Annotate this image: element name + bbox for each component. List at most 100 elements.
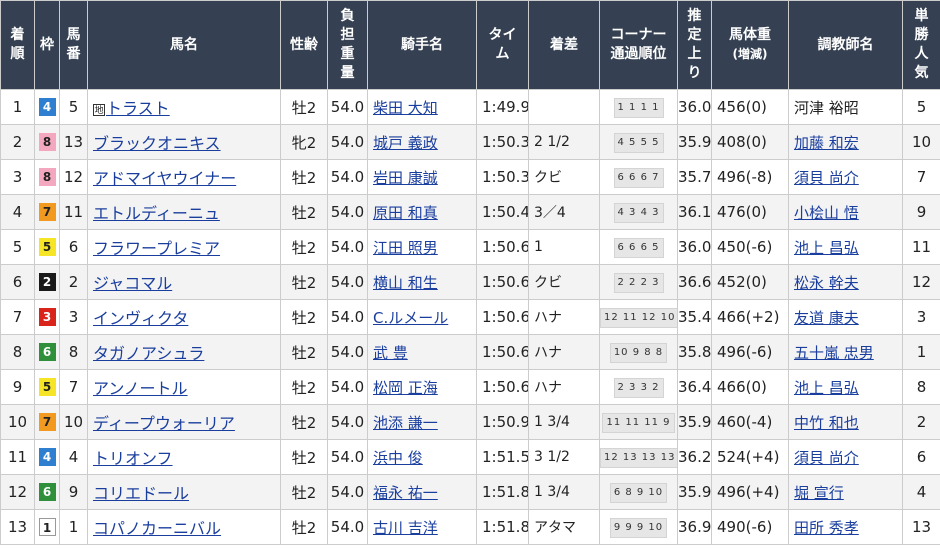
trainer-link[interactable]: 堀 宣行: [794, 484, 844, 502]
jockey-link[interactable]: 横山 和生: [373, 274, 438, 292]
trainer-link[interactable]: 五十嵐 忠男: [794, 344, 874, 362]
frame-badge: 2: [38, 273, 56, 292]
col-margin: 着差: [528, 0, 600, 90]
last-3f: 36.2: [677, 439, 712, 475]
trainer-cell: 五十嵐 忠男: [788, 334, 903, 370]
popularity: 10: [902, 124, 940, 160]
last-3f: 35.9: [677, 124, 712, 160]
last-3f: 35.7: [677, 159, 712, 195]
trainer-link[interactable]: 松永 幹夫: [794, 274, 859, 292]
frame-badge: 4: [38, 448, 56, 467]
horse-link[interactable]: コパノカーニバル: [93, 519, 221, 538]
carried-weight: 54.0: [327, 404, 368, 440]
horse-link[interactable]: インヴィクタ: [93, 309, 188, 328]
corner-positions: 2 3 3 2: [613, 378, 664, 398]
popularity: 9: [902, 194, 940, 230]
race-time: 1:50.6: [476, 299, 529, 335]
horse-link[interactable]: フラワープレミア: [93, 239, 220, 258]
frame-cell: 4: [34, 439, 60, 475]
trainer-cell: 堀 宣行: [788, 474, 903, 510]
finish-position: 11: [0, 439, 35, 475]
trainer-link[interactable]: 池上 昌弘: [794, 379, 859, 397]
body-weight: 450(-6): [711, 229, 789, 265]
horse-cell: コリエドール: [87, 474, 281, 510]
table-row: 3 8 12 アドマイヤウイナー 牡2 54.0 岩田 康誠 1:50.3 クビ 6 6 6 7 3…: [0, 159, 940, 195]
sex-age: 牡2: [280, 229, 328, 265]
jockey-link[interactable]: 古川 吉洋: [373, 519, 438, 537]
jockey-link[interactable]: 池添 謙一: [373, 414, 438, 432]
trainer-link[interactable]: 池上 昌弘: [794, 239, 859, 257]
sex-age: 牡2: [280, 404, 328, 440]
jockey-link[interactable]: 原田 和真: [373, 204, 438, 222]
horse-link[interactable]: アンノートル: [93, 379, 188, 398]
jockey-link[interactable]: 岩田 康誠: [373, 169, 438, 187]
trainer-cell: 須貝 尚介: [788, 439, 903, 475]
horse-link[interactable]: タガノアシュラ: [93, 344, 204, 363]
sex-age: 牡2: [280, 474, 328, 510]
horse-cell: ブラックオニキス: [87, 124, 281, 160]
horse-link[interactable]: トリオンフ: [93, 449, 173, 468]
col-last3f: 推定上り: [677, 0, 712, 90]
frame-cell: 2: [34, 264, 60, 300]
jockey-link[interactable]: 浜中 俊: [373, 449, 423, 467]
trainer-link[interactable]: 須貝 尚介: [794, 449, 859, 467]
horse-number: 9: [59, 474, 88, 510]
corner-positions: 1 1 1 1: [613, 98, 664, 118]
body-weight: 466(+2): [711, 299, 789, 335]
jockey-link[interactable]: 柴田 大知: [373, 99, 438, 117]
table-row: 6 2 2 ジャコマル 牡2 54.0 横山 和生 1:50.6 クビ 2 2 2 3 36.6 45…: [0, 264, 940, 300]
jockey-link[interactable]: 福永 祐一: [373, 484, 438, 502]
margin: クビ: [528, 264, 600, 300]
last-3f: 36.6: [677, 264, 712, 300]
jockey-cell: 浜中 俊: [367, 439, 477, 475]
horse-number: 6: [59, 229, 88, 265]
body-weight: 476(0): [711, 194, 789, 230]
carried-weight: 54.0: [327, 194, 368, 230]
corner-positions: 10 9 8 8: [609, 343, 668, 363]
jockey-link[interactable]: C.ルメール: [373, 309, 448, 327]
horse-link[interactable]: ブラックオニキス: [93, 134, 221, 153]
jockey-link[interactable]: 武 豊: [373, 344, 408, 362]
body-weight: 496(+4): [711, 474, 789, 510]
race-time: 1:51.8: [476, 509, 529, 545]
trainer-link[interactable]: 田所 秀孝: [794, 519, 859, 537]
race-time: 1:50.3: [476, 159, 529, 195]
horse-number: 2: [59, 264, 88, 300]
trainer-link[interactable]: 加藤 和宏: [794, 134, 859, 152]
corner-positions: 11 11 11 9: [602, 413, 675, 433]
horse-link[interactable]: エトルディーニュ: [93, 204, 220, 223]
col-finish: 着順: [0, 0, 35, 90]
jockey-cell: 福永 祐一: [367, 474, 477, 510]
jockey-link[interactable]: 松岡 正海: [373, 379, 438, 397]
frame-cell: 5: [34, 369, 60, 405]
horse-link[interactable]: トラスト: [106, 99, 170, 118]
table-row: 4 7 11 エトルディーニュ 牡2 54.0 原田 和真 1:50.4 3／4 4 3 4 3 3…: [0, 194, 940, 230]
margin: ハナ: [528, 369, 600, 405]
trainer-link[interactable]: 中竹 和也: [794, 414, 859, 432]
race-time: 1:50.6: [476, 334, 529, 370]
jockey-link[interactable]: 江田 照男: [373, 239, 438, 257]
horse-link[interactable]: アドマイヤウイナー: [93, 169, 236, 188]
jockey-cell: 岩田 康誠: [367, 159, 477, 195]
horse-link[interactable]: ジャコマル: [93, 274, 172, 293]
header-row: 着順 枠 馬番 馬名 性齢 負担重量 騎手名 タイム 着差 コーナー 通過順位 推…: [0, 0, 940, 90]
corner-positions: 4 5 5 5: [613, 133, 664, 153]
trainer-cell: 小桧山 悟: [788, 194, 903, 230]
frame-badge: 6: [38, 483, 56, 502]
jockey-cell: 横山 和生: [367, 264, 477, 300]
corner-cell: 6 6 6 5: [599, 229, 678, 265]
carried-weight: 54.0: [327, 299, 368, 335]
last-3f: 36.0: [677, 89, 712, 125]
trainer-link[interactable]: 須貝 尚介: [794, 169, 859, 187]
trainer-cell: 加藤 和宏: [788, 124, 903, 160]
trainer-link[interactable]: 友道 康夫: [794, 309, 859, 327]
horse-cell: フラワープレミア: [87, 229, 281, 265]
corner-positions: 6 6 6 7: [613, 168, 664, 188]
corner-cell: 4 3 4 3: [599, 194, 678, 230]
horse-link[interactable]: ディープウォーリア: [93, 414, 235, 433]
trainer-cell: 河津 裕昭: [788, 89, 903, 125]
trainer-link[interactable]: 小桧山 悟: [794, 204, 859, 222]
carried-weight: 54.0: [327, 264, 368, 300]
horse-link[interactable]: コリエドール: [93, 484, 189, 503]
jockey-link[interactable]: 城戸 義政: [373, 134, 438, 152]
